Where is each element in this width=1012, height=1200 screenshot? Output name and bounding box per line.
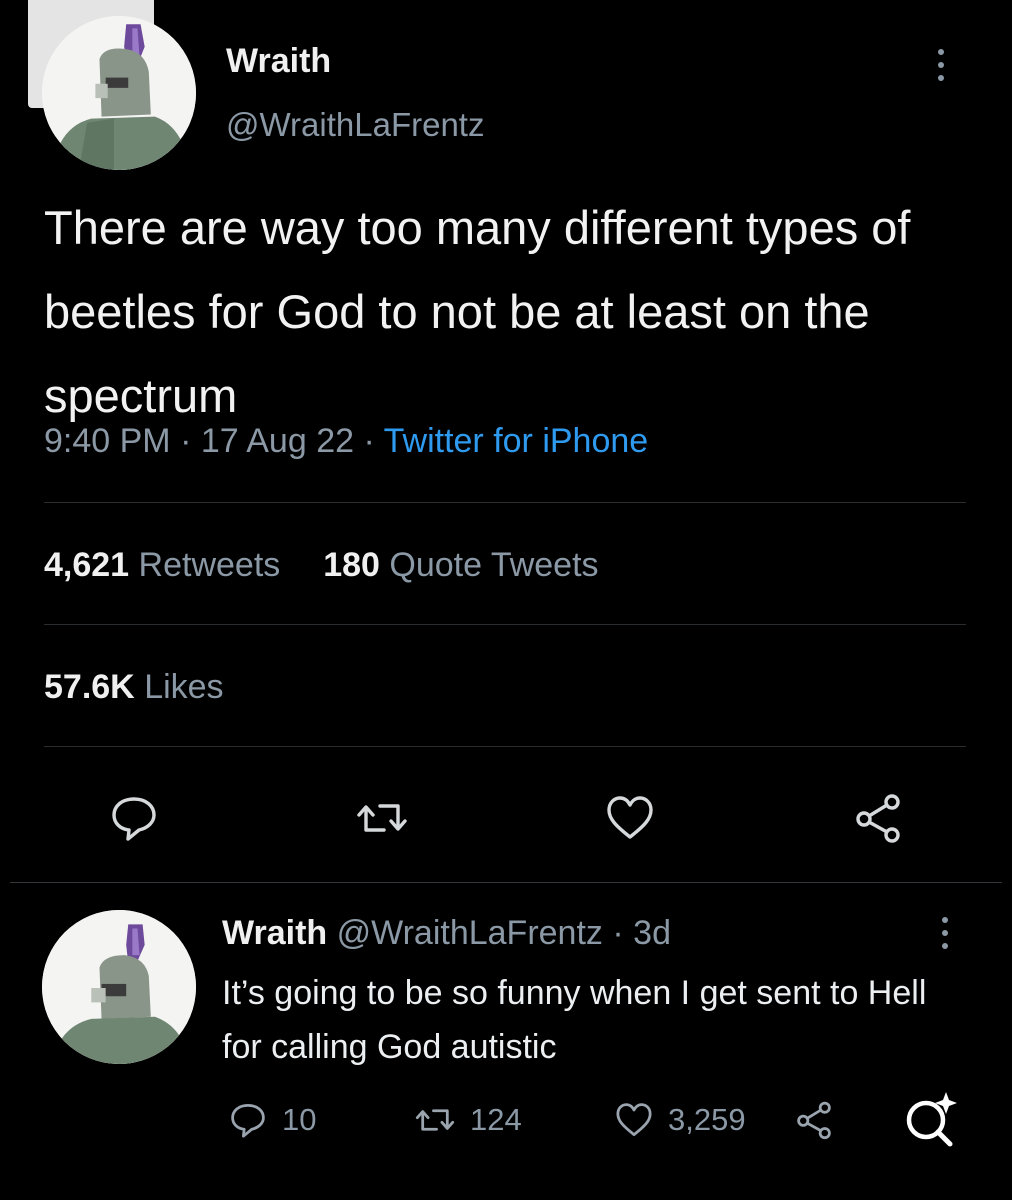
author-handle[interactable]: @WraithLaFrentz [226, 106, 484, 144]
quote-tweets-stat[interactable]: 180 Quote Tweets [323, 546, 598, 584]
reply-like-button[interactable]: 3,259 [614, 1100, 746, 1140]
reply-author-avatar[interactable] [42, 910, 196, 1064]
reply-comment-count: 10 [282, 1102, 317, 1137]
reply-text: It’s going to be so funny when I get sen… [222, 974, 927, 1066]
reply-comment-button[interactable]: 10 [228, 1100, 316, 1140]
share-icon[interactable] [852, 792, 904, 844]
tweet-text: There are way too many different types o… [44, 201, 911, 422]
share-icon [797, 1101, 831, 1140]
tweet-source-link[interactable]: Twitter for iPhone [384, 422, 649, 460]
visual-search-icon[interactable] [898, 1088, 962, 1152]
reply-share-button[interactable] [794, 1100, 848, 1140]
reply-like-count: 3,259 [668, 1102, 746, 1137]
meta-separator: · [363, 422, 384, 460]
author-avatar[interactable] [42, 16, 196, 170]
reply-author-handle[interactable]: @WraithLaFrentz [337, 914, 603, 952]
quotes-count: 180 [323, 546, 380, 584]
likes-stat[interactable]: 57.6K Likes [44, 668, 224, 707]
divider [44, 746, 966, 747]
retweets-label: Retweets [138, 546, 281, 584]
divider [10, 882, 1002, 883]
meta-separator: · [180, 422, 201, 460]
retweet-icon[interactable] [356, 792, 408, 844]
quotes-label: Quote Tweets [389, 546, 599, 584]
reply-action-bar: 10 124 3,259 [222, 1100, 982, 1156]
retweets-stat[interactable]: 4,621 Retweets [44, 546, 280, 584]
more-vertical-icon[interactable] [926, 44, 956, 86]
reply-retweet-button[interactable]: 124 [414, 1100, 522, 1140]
likes-count: 57.6K [44, 668, 135, 706]
reply-author-name[interactable]: Wraith [222, 914, 327, 952]
heart-icon [616, 1103, 652, 1136]
tweet-meta: 9:40 PM · 17 Aug 22 · Twitter for iPhone [44, 422, 648, 461]
tweet-date: 17 Aug 22 [200, 422, 355, 460]
reply-header: Wraith @WraithLaFrentz · 3d [222, 914, 671, 953]
retweets-count: 4,621 [44, 546, 130, 584]
reply-retweet-count: 124 [470, 1102, 522, 1137]
reply-age: 3d [633, 914, 671, 952]
retweet-stats: 4,621 Retweets 180 Quote Tweets [44, 546, 599, 585]
divider [44, 502, 966, 503]
likes-label: Likes [144, 668, 224, 706]
meta-separator: · [612, 914, 634, 952]
comment-icon[interactable] [108, 792, 160, 844]
more-vertical-icon[interactable] [930, 912, 960, 954]
heart-icon[interactable] [604, 792, 656, 844]
tweet-time: 9:40 PM [44, 422, 171, 460]
retweet-icon [415, 1109, 455, 1131]
comment-icon [231, 1104, 265, 1138]
author-name[interactable]: Wraith [226, 42, 331, 81]
divider [44, 624, 966, 625]
